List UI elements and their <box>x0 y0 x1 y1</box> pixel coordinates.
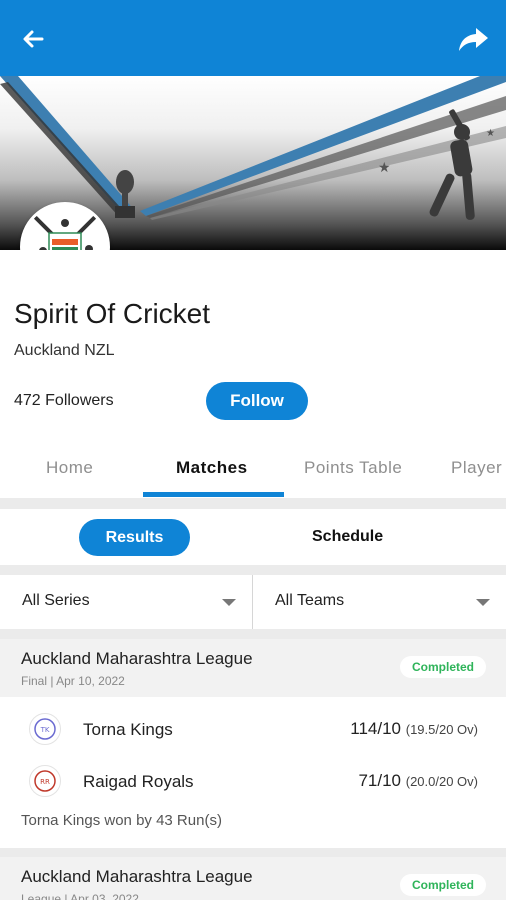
results-button[interactable]: Results <box>79 519 190 556</box>
match-card-header[interactable]: Auckland Maharashtra League League | Apr… <box>0 857 506 900</box>
filter-bar: All Series All Teams <box>0 575 506 629</box>
team-logo-icon: RR <box>29 765 61 797</box>
back-arrow-icon[interactable] <box>16 22 50 56</box>
share-icon[interactable] <box>456 22 490 56</box>
match-meta: League | Apr 03, 2022 <box>21 892 139 900</box>
score-overs: (20.0/20 Ov) <box>405 774 478 789</box>
schedule-button[interactable]: Schedule <box>312 528 383 546</box>
match-subtabs: Results Schedule <box>0 509 506 565</box>
tab-matches[interactable]: Matches <box>176 458 248 478</box>
svg-text:RR: RR <box>40 778 50 786</box>
chevron-down-icon <box>222 599 236 606</box>
svg-text:★: ★ <box>486 128 495 139</box>
teams-dropdown[interactable]: All Teams <box>253 575 506 629</box>
series-dropdown[interactable]: All Series <box>0 575 252 629</box>
score-runs: 114/10 <box>350 719 401 738</box>
team-location: Auckland NZL <box>14 342 115 359</box>
match-card-header[interactable]: Auckland Maharashtra League Final | Apr … <box>0 639 506 697</box>
team-score: 114/10 (19.5/20 Ov) <box>350 719 478 739</box>
series-dropdown-label: All Series <box>22 592 90 609</box>
team-score: 71/10 (20.0/20 Ov) <box>358 771 478 791</box>
follow-button[interactable]: Follow <box>206 382 308 420</box>
score-overs: (19.5/20 Ov) <box>405 722 478 737</box>
status-badge: Completed <box>400 656 486 678</box>
team-name: Raigad Royals <box>83 772 194 791</box>
tab-bar: Home Matches Points Table Player <box>0 438 506 498</box>
score-runs: 71/10 <box>358 771 401 790</box>
followers-count: 472 Followers <box>14 392 114 409</box>
app-bar <box>0 0 506 76</box>
match-meta: Final | Apr 10, 2022 <box>21 674 125 688</box>
teams-dropdown-label: All Teams <box>275 592 345 609</box>
status-badge: Completed <box>400 874 486 896</box>
match-series-title: Auckland Maharashtra League <box>21 867 253 886</box>
match-series-title: Auckland Maharashtra League <box>21 649 253 668</box>
svg-text:TK: TK <box>40 726 50 734</box>
tab-player[interactable]: Player <box>451 458 502 478</box>
team-row: RR Raigad Royals 71/10 (20.0/20 Ov) <box>0 761 506 801</box>
team-name: Spirit Of Cricket <box>14 298 211 329</box>
match-result: Torna Kings won by 43 Run(s) <box>21 812 222 829</box>
team-row: TK Torna Kings 114/10 (19.5/20 Ov) <box>0 709 506 749</box>
team-logo-icon: TK <box>29 713 61 745</box>
active-tab-indicator <box>143 492 284 497</box>
team-name: Torna Kings <box>83 720 173 739</box>
tab-home[interactable]: Home <box>46 458 93 478</box>
match-card-body[interactable]: TK Torna Kings 114/10 (19.5/20 Ov) RR Ra… <box>0 697 506 848</box>
svg-text:★: ★ <box>378 160 391 176</box>
chevron-down-icon <box>476 599 490 606</box>
tab-points-table[interactable]: Points Table <box>304 458 402 478</box>
